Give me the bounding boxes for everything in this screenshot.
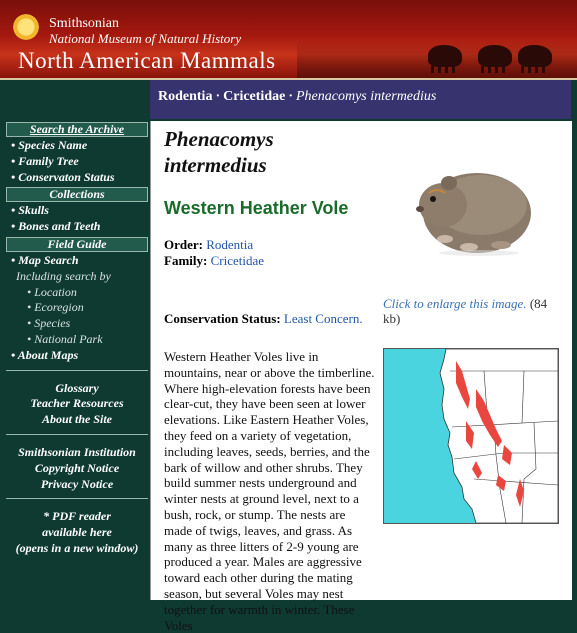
sidebar-header-search[interactable]: Search the Archive	[6, 122, 148, 137]
sidebar-divider	[6, 498, 148, 500]
breadcrumb-separator: ·	[288, 89, 293, 104]
muskox-silhouette-icon	[428, 45, 462, 73]
vole-illustration[interactable]	[409, 153, 535, 259]
muskox-silhouette-icon	[518, 45, 552, 73]
sidebar-link-privacy[interactable]: Privacy Notice	[6, 477, 148, 493]
range-map[interactable]	[383, 348, 559, 524]
conservation-link[interactable]: Least Concern.	[284, 311, 363, 326]
museum-name[interactable]: National Museum of Natural History	[49, 32, 241, 46]
sidebar-link-family-tree[interactable]: • Family Tree	[6, 154, 148, 170]
family-link[interactable]: Cricetidae	[211, 253, 264, 268]
order-label: Order:	[164, 237, 203, 252]
conservation-label: Conservation Status:	[164, 311, 281, 326]
breadcrumb-species: Phenacomys intermedius	[296, 89, 437, 104]
sidebar-header-field-guide: Field Guide	[6, 236, 148, 252]
sidebar-header-collections: Collections	[6, 187, 148, 203]
sidebar-pdf-link[interactable]: available here	[6, 525, 148, 541]
scientific-name-genus: Phenacomys	[164, 127, 274, 151]
sidebar-link-conservation-status[interactable]: • Conservaton Status	[6, 170, 148, 186]
enlarge-image-link[interactable]: Click to enlarge this image.	[383, 296, 527, 311]
sidebar-link-bones-teeth[interactable]: • Bones and Teeth	[6, 219, 148, 235]
sidebar-divider	[6, 433, 148, 435]
sidebar-pdf-window-note[interactable]: (opens in a new window)	[6, 541, 148, 557]
sidebar-link-copyright[interactable]: Copyright Notice	[6, 461, 148, 477]
taxonomy-block: Order: Rodentia Family: Cricetidae	[164, 237, 264, 269]
sidebar-link-map-search[interactable]: • Map Search	[6, 253, 148, 269]
sidebar-link-glossary[interactable]: Glossary	[6, 381, 148, 397]
enlarge-image-note: Click to enlarge this image. (84 kb)	[383, 296, 553, 326]
sidebar-link-smithsonian[interactable]: Smithsonian Institution	[6, 445, 148, 461]
sidebar-including-label: Including search by	[16, 268, 111, 283]
species-content: Phenacomys intermedius Western Heather V…	[150, 121, 572, 633]
sidebar-nav: Search the Archive • Species Name • Fami…	[6, 80, 148, 600]
sidebar-divider	[6, 369, 148, 371]
scientific-name: Phenacomys intermedius	[164, 126, 274, 178]
scientific-name-species: intermedius	[164, 153, 267, 177]
site-title[interactable]: North American Mammals	[18, 48, 276, 74]
smithsonian-sun-logo-icon[interactable]	[7, 8, 45, 46]
sidebar-link-location[interactable]: • Location	[6, 285, 148, 301]
sidebar-link-skulls[interactable]: • Skulls	[6, 203, 148, 219]
breadcrumb-order[interactable]: Rodentia	[158, 89, 212, 104]
sidebar-link-species-name[interactable]: • Species Name	[6, 138, 148, 154]
sidebar-link-national-park[interactable]: • National Park	[6, 332, 148, 348]
breadcrumb-separator: ·	[215, 89, 221, 104]
sidebar-link-about-maps[interactable]: • About Maps	[6, 348, 148, 364]
order-link[interactable]: Rodentia	[206, 237, 253, 252]
species-description: Western Heather Voles live in mountains,…	[164, 349, 375, 633]
sidebar-link-teacher-resources[interactable]: Teacher Resources	[6, 396, 148, 412]
sidebar-pdf-note[interactable]: * PDF reader	[6, 509, 148, 525]
breadcrumb-family[interactable]: Cricetidae	[223, 89, 285, 104]
site-banner: Smithsonian National Museum of Natural H…	[0, 0, 577, 78]
breadcrumb: Rodentia · Cricetidae · Phenacomys intermedi…	[150, 80, 571, 119]
muskox-silhouette-icon	[478, 45, 512, 73]
sidebar-link-about-site[interactable]: About the Site	[6, 412, 148, 428]
institution-name[interactable]: Smithsonian	[49, 17, 119, 31]
common-name: Western Heather Vole	[164, 198, 349, 218]
sidebar-link-ecoregion[interactable]: • Ecoregion	[6, 300, 148, 316]
family-label: Family:	[164, 253, 208, 268]
sidebar-link-species[interactable]: • Species	[6, 316, 148, 332]
conservation-status: Conservation Status: Least Concern.	[164, 311, 363, 327]
